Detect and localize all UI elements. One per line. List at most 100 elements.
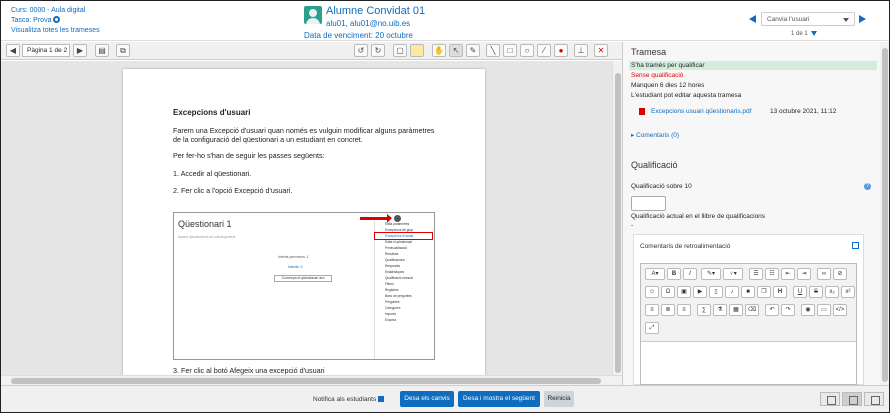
notify-checkbox[interactable] — [378, 396, 385, 402]
screenreader-icon[interactable]: ▭ — [817, 304, 831, 316]
editor-toolbar: A▾ B I ✎▾ ♀▾ ☰ ☷ ⇤ ⇥ ∞ ⊘ ☺ Ω ▣ ▶ ▯ ♪ ■ ❐… — [641, 264, 856, 342]
rotate-right-icon[interactable]: ↻ — [371, 44, 385, 57]
layout-left-icon[interactable] — [820, 392, 840, 406]
line-tool-icon[interactable]: ╲ — [486, 44, 500, 57]
submitted-file-link[interactable]: Excepcions usuari qüestionaris.pdf — [651, 108, 751, 115]
chemistry-icon[interactable]: ⚗ — [713, 304, 727, 316]
color-picker-icon[interactable] — [410, 44, 424, 57]
expand-comments-icon[interactable]: ⧉ — [116, 44, 130, 57]
layout-center-icon[interactable] — [842, 392, 862, 406]
layout-right-icon[interactable] — [864, 392, 884, 406]
outdent-icon[interactable]: ⇤ — [781, 268, 795, 280]
save-button[interactable]: Desa els canvis — [400, 391, 454, 407]
delete-icon[interactable]: ✕ — [594, 44, 608, 57]
filter-icon[interactable] — [811, 31, 817, 36]
page-select[interactable]: Pàgina 1 de 2 — [22, 44, 70, 57]
image-icon[interactable]: ▣ — [677, 286, 691, 298]
horizontal-scrollbar[interactable] — [1, 375, 622, 385]
reset-button[interactable]: Reinicia — [544, 391, 574, 407]
time-remaining: Manquen 6 dies 12 hores — [631, 82, 705, 89]
grading-status: Sense qualificació — [631, 72, 684, 79]
student-name[interactable]: Alumne Convidat 01 — [326, 5, 425, 17]
pen-tool-icon[interactable]: ✎ — [466, 44, 480, 57]
feedback-editor[interactable]: A▾ B I ✎▾ ♀▾ ☰ ☷ ⇤ ⇥ ∞ ⊘ ☺ Ω ▣ ▶ ▯ ♪ ■ ❐… — [640, 263, 857, 385]
italic-icon[interactable]: I — [683, 268, 697, 280]
previous-page-button[interactable]: ◀ — [6, 44, 20, 57]
vertical-scrollbar[interactable] — [612, 61, 622, 375]
align-center-icon[interactable]: ≣ — [661, 304, 675, 316]
scrollbar-thumb[interactable] — [615, 73, 621, 373]
link-icon[interactable]: ∞ — [817, 268, 831, 280]
underline-icon[interactable]: U — [793, 286, 807, 298]
avatar — [304, 6, 322, 24]
comments-toggle[interactable]: ▸ Comentaris (0) — [631, 131, 679, 139]
grade-input[interactable] — [631, 196, 666, 211]
rectangle-tool-icon[interactable]: □ — [503, 44, 517, 57]
unlink-icon[interactable]: ⊘ — [833, 268, 847, 280]
font-size-icon[interactable]: A▾ — [645, 268, 665, 280]
view-all-link[interactable]: Visualitza totes les trameses — [11, 26, 100, 36]
oval-tool-icon[interactable]: ○ — [520, 44, 534, 57]
html-icon[interactable]: </> — [833, 304, 847, 316]
special-char-icon[interactable]: Ω — [661, 286, 675, 298]
align-left-icon[interactable]: ≡ — [645, 304, 659, 316]
subscript-icon[interactable]: x₂ — [825, 286, 839, 298]
document-heading: Excepcions d'usuari — [173, 108, 251, 117]
equation-icon[interactable]: ∑ — [697, 304, 711, 316]
bullet-list-icon[interactable]: ☰ — [749, 268, 763, 280]
undo-icon[interactable]: ↶ — [765, 304, 779, 316]
fullscreen-icon[interactable]: ⤢ — [645, 322, 659, 334]
scrollbar-thumb[interactable] — [882, 48, 888, 382]
video-icon[interactable]: ■ — [741, 286, 755, 298]
media-icon[interactable]: ▶ — [693, 286, 707, 298]
superscript-icon[interactable]: x² — [841, 286, 855, 298]
panel-scrollbar[interactable] — [880, 42, 889, 385]
h5p-icon[interactable]: H — [773, 286, 787, 298]
indent-icon[interactable]: ⇥ — [797, 268, 811, 280]
clear-format-icon[interactable]: ⌫ — [745, 304, 759, 316]
copy-icon[interactable]: ❐ — [757, 286, 771, 298]
previous-user-icon[interactable] — [749, 15, 756, 23]
grader-header: Curs: 0000 - Aula digital Tasca: Prova V… — [1, 1, 889, 41]
numbered-list-icon[interactable]: ☷ — [765, 268, 779, 280]
comment-tool-icon[interactable]: ▢ — [393, 44, 407, 57]
red-arrow-icon — [360, 214, 392, 223]
accessibility-icon[interactable]: ◉ — [801, 304, 815, 316]
expand-icon[interactable] — [852, 242, 859, 249]
bold-icon[interactable]: B — [667, 268, 681, 280]
strikethrough-icon[interactable]: S — [809, 286, 823, 298]
pdf-page[interactable]: Excepcions d'usuari Farem una Excepció d… — [123, 69, 485, 375]
stamp-tool-icon[interactable]: ⊥ — [574, 44, 588, 57]
file-icon[interactable]: ▯ — [709, 286, 723, 298]
stamp-color-icon[interactable]: ● — [554, 44, 568, 57]
due-date: Data de venciment: 20 octubre — [304, 31, 413, 40]
shot-link: Intents: 0 — [288, 265, 303, 269]
help-icon[interactable]: ? — [864, 183, 871, 190]
pdf-viewer[interactable]: Excepcions d'usuari Farem una Excepció d… — [1, 61, 622, 375]
change-user-select[interactable]: Canvia l'usuari — [761, 12, 855, 26]
change-user-label: Canvia l'usuari — [767, 16, 810, 23]
shot-button: Comença el qüestionari ara — [274, 275, 332, 282]
emoji-icon[interactable]: ☺ — [645, 286, 659, 298]
next-user-icon[interactable] — [859, 15, 866, 23]
next-page-button[interactable]: ▶ — [73, 44, 87, 57]
microphone-icon[interactable]: ♪ — [725, 286, 739, 298]
annotation-toolbar: ◀ Pàgina 1 de 2 ▶ ▤ ⧉ ↺ ↻ ▢ ✋ ↖ ✎ ╲ □ ○ … — [1, 42, 622, 60]
save-next-button[interactable]: Desa i mostra el següent — [458, 391, 540, 407]
highlight-tool-icon[interactable]: ⁄ — [537, 44, 551, 57]
table-icon[interactable]: ▦ — [729, 304, 743, 316]
align-right-icon[interactable]: ≡ — [677, 304, 691, 316]
notify-students[interactable]: Notifica als estudiants — [313, 396, 385, 403]
search-comments-icon[interactable]: ▤ — [95, 44, 109, 57]
pan-tool-icon[interactable]: ✋ — [432, 44, 446, 57]
select-tool-icon[interactable]: ↖ — [449, 44, 463, 57]
highlight-color-icon[interactable]: ♀▾ — [723, 268, 743, 280]
rotate-left-icon[interactable]: ↺ — [354, 44, 368, 57]
scrollbar-thumb[interactable] — [11, 378, 601, 384]
text-color-icon[interactable]: ✎▾ — [701, 268, 721, 280]
task-link[interactable]: Tasca: Prova — [11, 16, 100, 26]
course-link[interactable]: Curs: 0000 - Aula digital — [11, 6, 100, 16]
shot-subtitle: Aquest qüestionari és de cultura general — [178, 235, 236, 239]
gear-icon[interactable] — [53, 16, 61, 23]
redo-icon[interactable]: ↷ — [781, 304, 795, 316]
